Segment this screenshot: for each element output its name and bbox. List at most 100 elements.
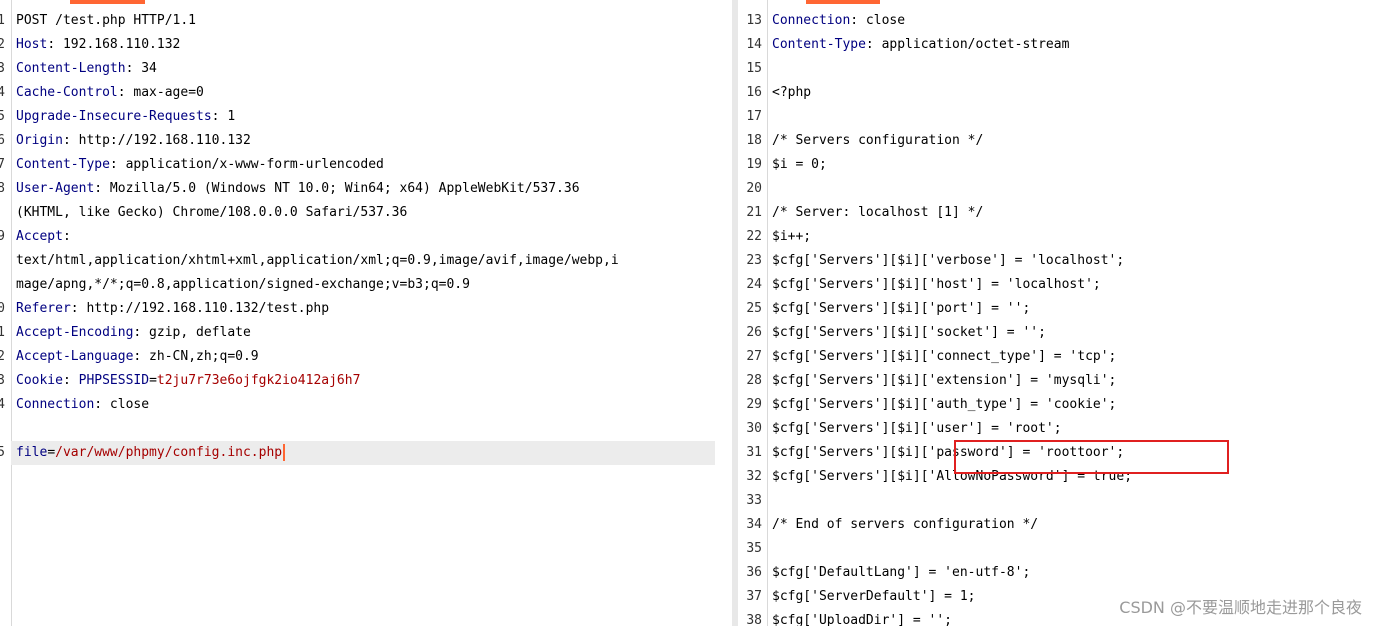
header-value: 34 bbox=[133, 61, 157, 76]
line-number: 13 bbox=[0, 373, 5, 388]
header-value: Mozilla/5.0 (Windows NT 10.0; Win64; x64… bbox=[102, 181, 580, 196]
header-name: Referer bbox=[16, 301, 71, 316]
line-content[interactable]: $i++; bbox=[772, 225, 811, 249]
line-content[interactable]: /* Server: localhost [1] */ bbox=[772, 201, 983, 225]
line-content[interactable]: $cfg['UploadDir'] = ''; bbox=[772, 609, 952, 626]
header-name: Host bbox=[16, 37, 48, 52]
header-value bbox=[71, 373, 79, 388]
line-content[interactable]: $cfg['Servers'][$i]['connect_type'] = 't… bbox=[772, 345, 1116, 369]
code-text: POST /test.php HTTP/1.1 bbox=[16, 13, 197, 28]
header-name: Cookie bbox=[16, 373, 63, 388]
line-content[interactable]: Accept: bbox=[16, 225, 71, 249]
line-number: 20 bbox=[746, 181, 762, 196]
line-content[interactable]: Connection: close bbox=[16, 393, 149, 417]
param-name: file bbox=[16, 445, 48, 460]
code-text: $cfg['UploadDir'] = ''; bbox=[772, 613, 953, 626]
request-line: 14 Connection: close bbox=[0, 393, 732, 417]
line-number: 9 bbox=[0, 229, 5, 244]
header-value: close bbox=[102, 397, 150, 412]
request-line: (KHTML, like Gecko) Chrome/108.0.0.0 Saf… bbox=[0, 201, 732, 225]
line-content[interactable]: Content-Type: application/x-www-form-url… bbox=[16, 153, 384, 177]
line-number: 17 bbox=[746, 109, 762, 124]
line-content[interactable]: Accept-Language: zh-CN,zh;q=0.9 bbox=[16, 345, 259, 369]
header-value: application/octet-stream bbox=[873, 37, 1070, 52]
line-number: 31 bbox=[746, 445, 762, 460]
line-content[interactable]: <?php bbox=[772, 81, 811, 105]
line-content[interactable]: Connection: close bbox=[772, 9, 905, 33]
line-content[interactable]: Content-Type: application/octet-stream bbox=[772, 33, 1069, 57]
response-viewer[interactable]: 13 Connection: close 14 Content-Type: appli… bbox=[738, 0, 1378, 626]
line-number: 6 bbox=[0, 133, 5, 148]
header-name: Accept bbox=[16, 229, 63, 244]
header-name: Cache-Control bbox=[16, 85, 118, 100]
line-number: 1 bbox=[0, 13, 5, 28]
line-content[interactable]: /* Servers configuration */ bbox=[772, 129, 983, 153]
header-name: Origin bbox=[16, 133, 63, 148]
response-line: 24 $cfg['Servers'][$i]['host'] = 'localho… bbox=[738, 273, 1378, 297]
line-content[interactable]: $cfg['Servers'][$i]['auth_type'] = 'cook… bbox=[772, 393, 1116, 417]
header-name: Connection bbox=[16, 397, 95, 412]
line-number: 14 bbox=[746, 37, 762, 52]
response-line: 17 bbox=[738, 105, 1378, 129]
header-name: Content-Length bbox=[16, 61, 126, 76]
line-content[interactable]: $cfg['Servers'][$i]['port'] = ''; bbox=[772, 297, 1030, 321]
line-content[interactable]: $cfg['ServerDefault'] = 1; bbox=[772, 585, 976, 609]
line-content[interactable]: Referer: http://192.168.110.132/test.php bbox=[16, 297, 329, 321]
response-line: 28 $cfg['Servers'][$i]['extension'] = 'my… bbox=[738, 369, 1378, 393]
response-line: 35 bbox=[738, 537, 1378, 561]
line-content[interactable]: $cfg['Servers'][$i]['host'] = 'localhost… bbox=[772, 273, 1101, 297]
line-number: 26 bbox=[746, 325, 762, 340]
line-content[interactable]: text/html,application/xhtml+xml,applicat… bbox=[16, 249, 619, 273]
code-text: $cfg['Servers'][$i]['host'] = 'localhost… bbox=[772, 277, 1101, 292]
header-value: zh-CN,zh;q=0.9 bbox=[141, 349, 259, 364]
header-value: gzip, deflate bbox=[141, 325, 251, 340]
line-content[interactable]: $cfg['Servers'][$i]['verbose'] = 'localh… bbox=[772, 249, 1124, 273]
request-line: 7 Content-Type: application/x-www-form-ur… bbox=[0, 153, 732, 177]
line-number: 15 bbox=[0, 445, 5, 460]
line-content[interactable]: Host: 192.168.110.132 bbox=[16, 33, 180, 57]
line-number: 25 bbox=[746, 301, 762, 316]
request-editor[interactable]: 1 POST /test.php HTTP/1.1 2 Host: 192.168.1… bbox=[0, 0, 732, 626]
line-content[interactable]: $cfg['DefaultLang'] = 'en-utf-8'; bbox=[772, 561, 1030, 585]
line-content[interactable]: file=/var/www/phpmy/config.inc.php bbox=[16, 441, 286, 465]
line-content[interactable]: (KHTML, like Gecko) Chrome/108.0.0.0 Saf… bbox=[16, 201, 407, 225]
line-content[interactable]: POST /test.php HTTP/1.1 bbox=[16, 9, 196, 33]
line-content[interactable]: Cookie: PHPSESSID=t2ju7r73e6ojfgk2io412a… bbox=[16, 369, 360, 393]
response-line: 22 $i++; bbox=[738, 225, 1378, 249]
line-content[interactable]: Content-Length: 34 bbox=[16, 57, 157, 81]
request-line: 5 Upgrade-Insecure-Requests: 1 bbox=[0, 105, 732, 129]
line-content[interactable]: Upgrade-Insecure-Requests: 1 bbox=[16, 105, 235, 129]
code-text: /* End of servers configuration */ bbox=[772, 517, 1039, 532]
code-text: $cfg['Servers'][$i]['extension'] = 'mysq… bbox=[772, 373, 1117, 388]
request-line: 3 Content-Length: 34 bbox=[0, 57, 732, 81]
response-line: 14 Content-Type: application/octet-stream bbox=[738, 33, 1378, 57]
line-content[interactable]: $i = 0; bbox=[772, 153, 827, 177]
code-text: $cfg['Servers'][$i]['verbose'] = 'localh… bbox=[772, 253, 1125, 268]
line-number: 33 bbox=[746, 493, 762, 508]
header-name: Accept-Encoding bbox=[16, 325, 134, 340]
line-content[interactable]: /* End of servers configuration */ bbox=[772, 513, 1038, 537]
response-line: 26 $cfg['Servers'][$i]['socket'] = ''; bbox=[738, 321, 1378, 345]
line-content[interactable]: $cfg['Servers'][$i]['extension'] = 'mysq… bbox=[772, 369, 1116, 393]
line-number: 38 bbox=[746, 613, 762, 626]
line-content[interactable]: mage/apng,*/*;q=0.8,application/signed-e… bbox=[16, 273, 470, 297]
header-name: User-Agent bbox=[16, 181, 95, 196]
code-text: $i++; bbox=[772, 229, 812, 244]
line-content[interactable]: $cfg['Servers'][$i]['user'] = 'root'; bbox=[772, 417, 1062, 441]
header-colon: : bbox=[62, 373, 71, 388]
header-value: http://192.168.110.132 bbox=[70, 133, 251, 148]
line-content[interactable]: User-Agent: Mozilla/5.0 (Windows NT 10.0… bbox=[16, 177, 580, 201]
header-colon: : bbox=[70, 301, 79, 316]
code-text: $cfg['ServerDefault'] = 1; bbox=[772, 589, 976, 604]
line-content[interactable]: $cfg['Servers'][$i]['socket'] = ''; bbox=[772, 321, 1046, 345]
line-content[interactable]: Cache-Control: max-age=0 bbox=[16, 81, 204, 105]
line-content[interactable]: Origin: http://192.168.110.132 bbox=[16, 129, 251, 153]
code-text: $cfg['Servers'][$i]['port'] = ''; bbox=[772, 301, 1031, 316]
header-name: Connection bbox=[772, 13, 851, 28]
request-line: 4 Cache-Control: max-age=0 bbox=[0, 81, 732, 105]
line-content[interactable]: Accept-Encoding: gzip, deflate bbox=[16, 321, 251, 345]
response-line: 20 bbox=[738, 177, 1378, 201]
request-line: 11 Accept-Encoding: gzip, deflate bbox=[0, 321, 732, 345]
code-text: <?php bbox=[772, 85, 812, 100]
line-number: 34 bbox=[746, 517, 762, 532]
